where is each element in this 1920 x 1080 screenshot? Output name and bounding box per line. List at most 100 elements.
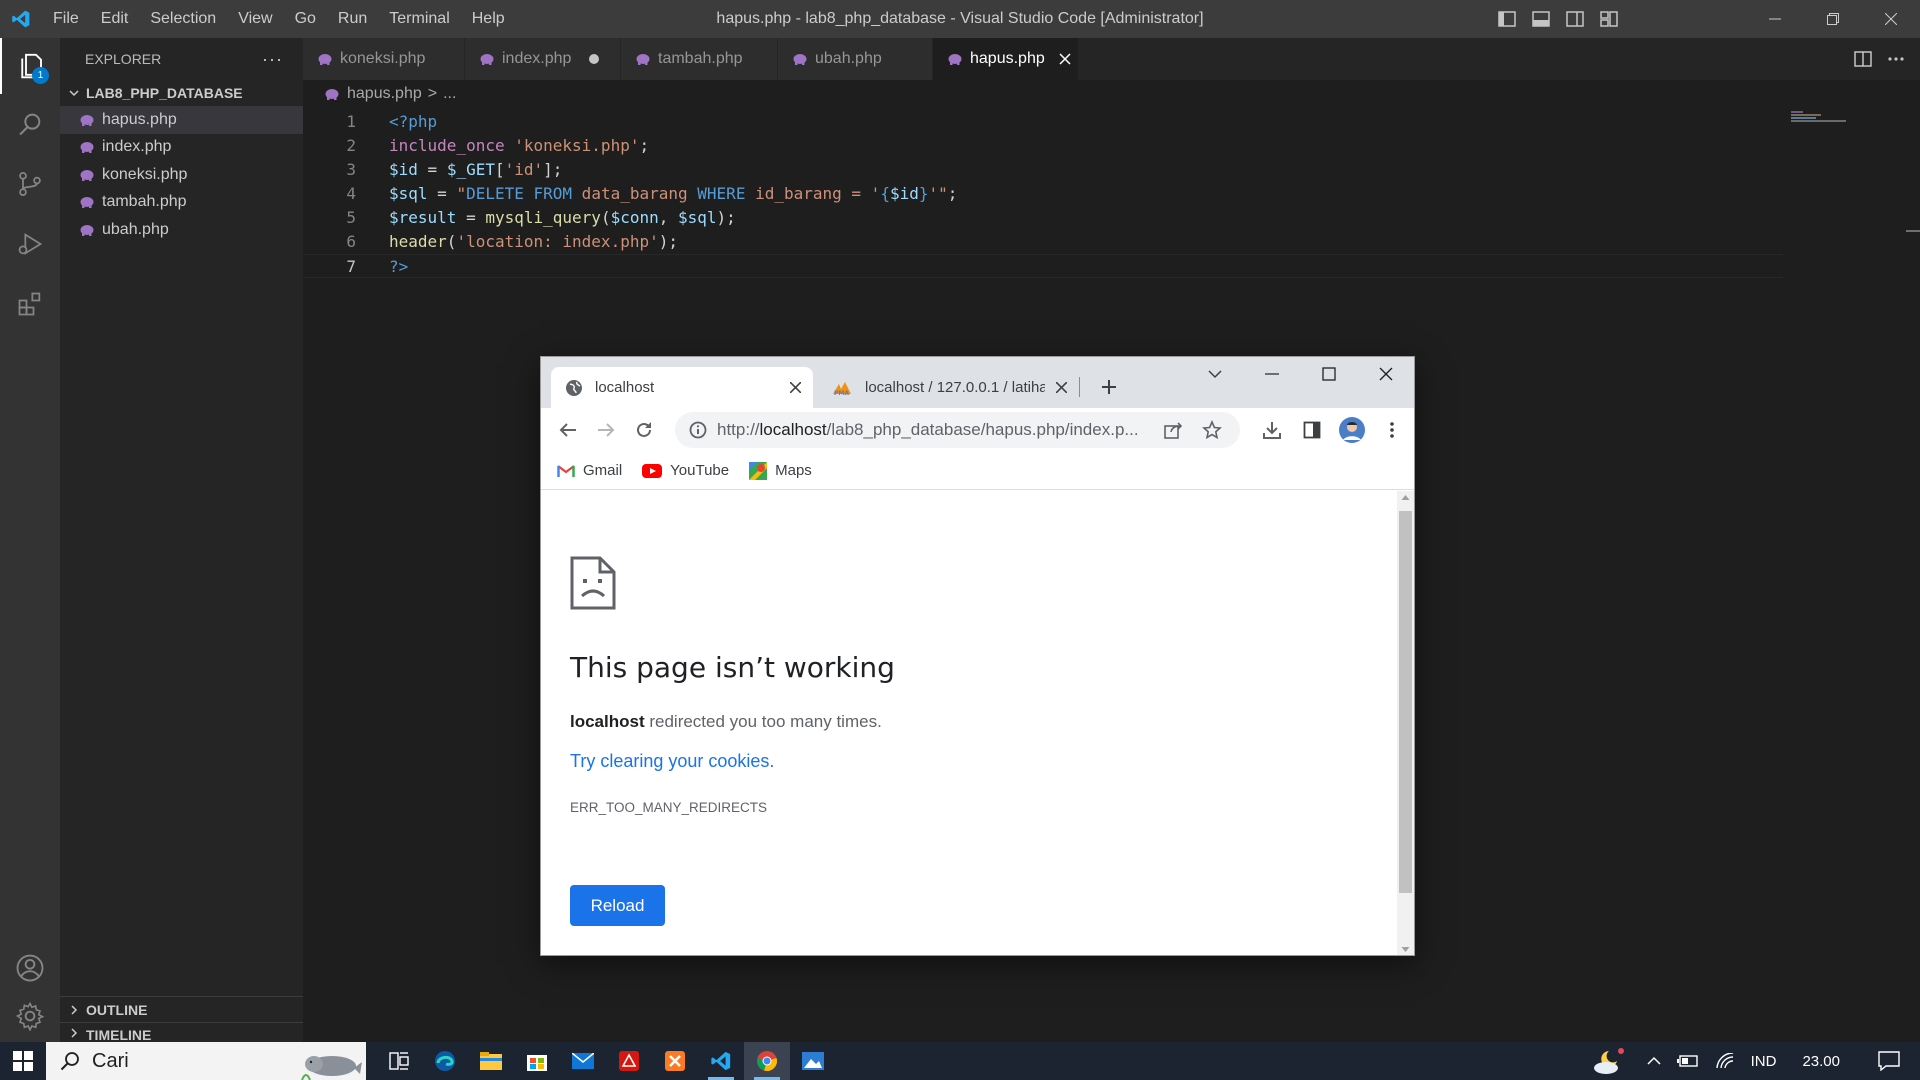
code-line[interactable]: 5 $result = mysqli_query($conn, $sql); (303, 206, 1783, 230)
profile-avatar[interactable] (1333, 411, 1371, 449)
edge-icon[interactable] (422, 1042, 468, 1080)
reload-button[interactable]: Reload (570, 885, 665, 926)
explorer-icon[interactable]: 1 (0, 38, 60, 94)
customize-layout-icon[interactable] (1598, 8, 1620, 30)
reload-icon[interactable] (625, 411, 663, 449)
windows-start-icon[interactable] (0, 1042, 46, 1080)
weather-icon[interactable] (1583, 1042, 1633, 1080)
browser-tab-close-icon[interactable] (1053, 379, 1069, 395)
restore-icon[interactable] (1804, 0, 1862, 38)
bookmark-maps[interactable]: Maps (749, 461, 812, 480)
code-line[interactable]: 2 include_once 'koneksi.php'; (303, 134, 1783, 158)
tab-close-icon[interactable] (1059, 50, 1071, 68)
vscode-taskbar-icon[interactable] (698, 1042, 744, 1080)
code-line[interactable]: 7 ?> (303, 254, 1783, 278)
code-line[interactable]: 3 $id = $_GET['id']; (303, 158, 1783, 182)
breadcrumb: hapus.php > ... (303, 80, 456, 108)
wifi-icon[interactable] (1707, 1042, 1743, 1080)
bookmark-youtube[interactable]: YouTube (642, 462, 729, 479)
extensions-icon[interactable] (0, 276, 60, 332)
manage-gear-icon[interactable] (0, 988, 60, 1044)
chrome-taskbar-icon[interactable] (744, 1042, 790, 1080)
minimize-icon[interactable] (1746, 0, 1804, 38)
timeline-section[interactable]: TIMELINE (60, 1022, 303, 1042)
address-bar[interactable]: http://localhost/lab8_php_database/hapus… (675, 412, 1240, 448)
close-icon[interactable] (1862, 0, 1920, 38)
mail-icon[interactable] (560, 1042, 606, 1080)
new-tab-plus-icon[interactable] (1095, 373, 1123, 401)
clock[interactable]: 23.00 (1784, 1042, 1858, 1080)
file-item-index[interactable]: index.php (60, 134, 303, 162)
browser-tab-localhost[interactable]: localhost (551, 367, 813, 408)
workspace-folder[interactable]: LAB8_PHP_DATABASE (60, 80, 303, 106)
file-item-koneksi[interactable]: koneksi.php (60, 161, 303, 189)
show-hidden-icons-chevron-icon[interactable] (1639, 1042, 1669, 1080)
code-line[interactable]: 1 <?php (303, 110, 1783, 134)
menu-run[interactable]: Run (327, 0, 378, 38)
browser-minimize-icon[interactable] (1243, 357, 1300, 391)
tab-koneksi[interactable]: koneksi.php (303, 38, 465, 80)
breadcrumb-file[interactable]: hapus.php (347, 85, 422, 103)
tab-index[interactable]: index.php (465, 38, 621, 80)
bookmark-star-icon[interactable] (1202, 420, 1222, 440)
search-icon[interactable] (0, 96, 60, 152)
menu-terminal[interactable]: Terminal (378, 0, 460, 38)
file-item-tambah[interactable]: tambah.php (60, 189, 303, 217)
run-debug-icon[interactable] (0, 216, 60, 272)
download-icon[interactable] (1253, 411, 1291, 449)
menu-go[interactable]: Go (284, 0, 327, 38)
editor-more-icon[interactable] (1888, 57, 1904, 61)
file-item-hapus[interactable]: hapus.php (60, 106, 303, 134)
page-scrollbar[interactable] (1397, 491, 1414, 955)
forward-arrow-icon[interactable] (587, 411, 625, 449)
outline-section[interactable]: OUTLINE (60, 996, 303, 1022)
error-message: localhost redirected you too many times. (570, 712, 882, 732)
menu-selection[interactable]: Selection (139, 0, 227, 38)
side-panel-icon[interactable] (1293, 411, 1331, 449)
tab-hapus[interactable]: hapus.php (933, 38, 1079, 80)
acrobat-icon[interactable] (606, 1042, 652, 1080)
toggle-primary-sidebar-icon[interactable] (1496, 8, 1518, 30)
split-editor-icon[interactable] (1854, 51, 1872, 67)
tab-search-chevron-icon[interactable] (1186, 357, 1243, 391)
file-item-ubah[interactable]: ubah.php (60, 216, 303, 244)
tab-tambah[interactable]: tambah.php (621, 38, 778, 80)
browser-maximize-icon[interactable] (1300, 357, 1357, 391)
back-arrow-icon[interactable] (549, 411, 587, 449)
browser-tab-close-icon[interactable] (787, 379, 803, 395)
site-info-icon[interactable] (689, 421, 707, 439)
breadcrumb-rest[interactable]: ... (443, 85, 456, 103)
browser-close-icon[interactable] (1357, 357, 1414, 391)
menu-help[interactable]: Help (461, 0, 516, 38)
bookmark-gmail[interactable]: Gmail (557, 462, 622, 479)
taskbar-search-input[interactable]: Cari (46, 1042, 366, 1080)
code-line[interactable]: 4 $sql = "DELETE FROM data_barang WHERE i… (303, 182, 1783, 206)
timeline-label: TIMELINE (86, 1027, 152, 1042)
toggle-secondary-sidebar-icon[interactable] (1564, 8, 1586, 30)
more-actions-icon[interactable]: ··· (262, 49, 283, 70)
share-icon[interactable] (1164, 421, 1184, 439)
menu-edit[interactable]: Edit (90, 0, 140, 38)
code-line[interactable]: 6 header('location: index.php'); (303, 230, 1783, 254)
source-control-icon[interactable] (0, 156, 60, 212)
microsoft-store-icon[interactable] (514, 1042, 560, 1080)
language-indicator[interactable]: IND (1743, 1042, 1785, 1080)
file-explorer-icon[interactable] (468, 1042, 514, 1080)
unsaved-dot-icon[interactable] (589, 54, 600, 64)
photos-icon[interactable] (790, 1042, 836, 1080)
battery-icon[interactable] (1669, 1042, 1707, 1080)
menu-file[interactable]: File (42, 0, 90, 38)
menu-view[interactable]: View (227, 0, 283, 38)
task-view-icon[interactable] (376, 1042, 422, 1080)
clear-cookies-link[interactable]: Try clearing your cookies (570, 751, 769, 771)
minimap[interactable] (1791, 110, 1851, 124)
url-text[interactable]: http://localhost/lab8_php_database/hapus… (717, 420, 1152, 440)
editor-scrollbar[interactable] (1906, 108, 1920, 1042)
browser-tab-phpmyadmin[interactable]: PMA localhost / 127.0.0.1 / latiha (817, 367, 1079, 408)
chevron-down-icon (68, 87, 86, 99)
chrome-menu-icon[interactable] (1373, 411, 1411, 449)
tab-ubah[interactable]: ubah.php (778, 38, 933, 80)
notifications-icon[interactable] (1858, 1042, 1920, 1080)
toggle-panel-icon[interactable] (1530, 8, 1552, 30)
xampp-icon[interactable] (652, 1042, 698, 1080)
